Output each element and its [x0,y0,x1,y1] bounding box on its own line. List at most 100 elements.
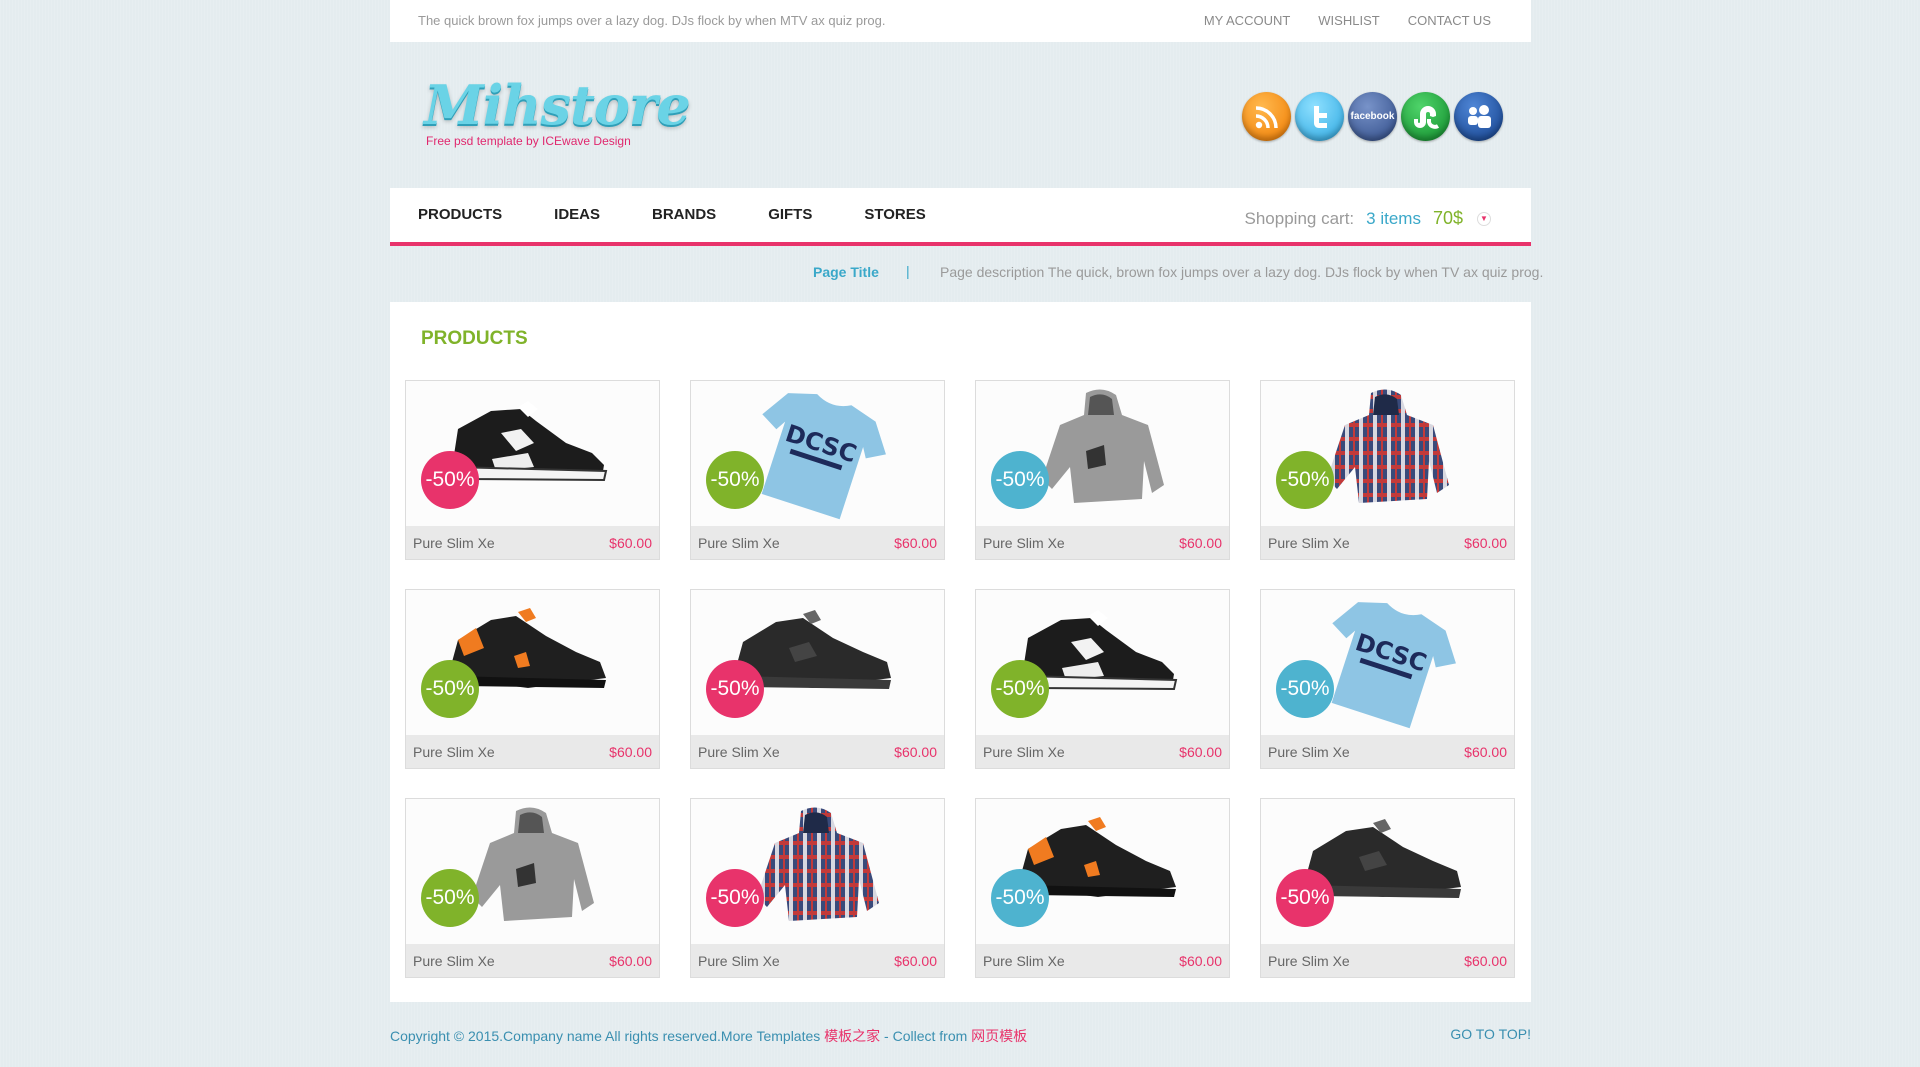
product-price: $60.00 [609,953,652,969]
product-price: $60.00 [1179,953,1222,969]
product-card[interactable]: DCSC -50% Pure Slim Xe $60.00 [1260,589,1515,769]
chevron-down-icon[interactable]: ▼ [1477,211,1491,226]
collect-text: - Collect from [880,1028,972,1044]
nav-item-ideas[interactable]: IDEAS [554,206,600,223]
product-price: $60.00 [1179,535,1222,551]
discount-badge: -50% [991,451,1049,509]
nav-item-brands[interactable]: BRANDS [652,206,716,223]
nav-menu: PRODUCTS IDEAS BRANDS GIFTS STORES [418,206,978,223]
rss-icon[interactable] [1242,92,1291,141]
wishlist-link[interactable]: WISHLIST [1318,13,1379,28]
discount-badge: -50% [991,869,1049,927]
product-name[interactable]: Pure Slim Xe [413,953,495,969]
web-templates-link[interactable]: 网页模板 [971,1028,1027,1044]
stumbleupon-icon[interactable] [1401,92,1450,141]
discount-badge: -50% [991,660,1049,718]
product-footer: Pure Slim Xe $60.00 [406,735,659,768]
product-card[interactable]: -50% Pure Slim Xe $60.00 [690,798,945,978]
facebook-label: facebook [1350,111,1395,122]
social-icons: facebook [1242,92,1503,141]
copyright-text: Copyright © 2015.Company name All rights… [390,1028,825,1044]
product-price: $60.00 [609,744,652,760]
product-footer: Pure Slim Xe $60.00 [976,735,1229,768]
nav-item-products[interactable]: PRODUCTS [418,206,502,223]
footer: Copyright © 2015.Company name All rights… [390,1002,1531,1062]
product-footer: Pure Slim Xe $60.00 [976,526,1229,559]
page-wrapper: The quick brown fox jumps over a lazy do… [390,0,1543,1062]
product-price: $60.00 [894,953,937,969]
product-footer: Pure Slim Xe $60.00 [691,526,944,559]
discount-badge: -50% [421,869,479,927]
product-name[interactable]: Pure Slim Xe [1268,953,1350,969]
nav-item-gifts[interactable]: GIFTS [768,206,812,223]
logo-text: Mihstore [424,73,691,137]
product-footer: Pure Slim Xe $60.00 [1261,526,1514,559]
product-card[interactable]: -50% Pure Slim Xe $60.00 [975,380,1230,560]
product-price: $60.00 [1464,953,1507,969]
product-footer: Pure Slim Xe $60.00 [691,735,944,768]
product-card[interactable]: -50% Pure Slim Xe $60.00 [975,798,1230,978]
product-name[interactable]: Pure Slim Xe [698,953,780,969]
product-card[interactable]: -50% Pure Slim Xe $60.00 [405,798,660,978]
templates-link[interactable]: 模板之家 [824,1028,880,1044]
cart-label: Shopping cart: [1244,208,1355,228]
title-separator: | [906,263,910,279]
product-name[interactable]: Pure Slim Xe [413,744,495,760]
discount-badge: -50% [421,660,479,718]
nav-item-stores[interactable]: STORES [864,206,925,223]
main-nav: PRODUCTS IDEAS BRANDS GIFTS STORES Shopp… [390,188,1531,246]
top-links: MY ACCOUNT WISHLIST CONTACT US [1204,13,1491,28]
copyright: Copyright © 2015.Company name All rights… [390,1026,1027,1046]
product-footer: Pure Slim Xe $60.00 [691,944,944,977]
product-name[interactable]: Pure Slim Xe [698,744,780,760]
page-title: Page Title [813,264,879,280]
discount-badge: -50% [706,660,764,718]
product-name[interactable]: Pure Slim Xe [1268,535,1350,551]
product-card[interactable]: -50% Pure Slim Xe $60.00 [975,589,1230,769]
tagline: The quick brown fox jumps over a lazy do… [418,13,886,28]
product-footer: Pure Slim Xe $60.00 [406,526,659,559]
product-name[interactable]: Pure Slim Xe [983,535,1065,551]
header: Mihstore Free psd template by ICEwave De… [390,42,1531,188]
product-price: $60.00 [894,535,937,551]
product-card[interactable]: -50% Pure Slim Xe $60.00 [405,380,660,560]
logo[interactable]: Mihstore Free psd template by ICEwave De… [424,73,691,148]
contact-us-link[interactable]: CONTACT US [1408,13,1491,28]
product-card[interactable]: -50% Pure Slim Xe $60.00 [1260,380,1515,560]
products-section: PRODUCTS -50% Pure Slim Xe $60.00 DCSC -… [390,302,1531,1002]
discount-badge: -50% [1276,660,1334,718]
product-name[interactable]: Pure Slim Xe [1268,744,1350,760]
product-price: $60.00 [1179,744,1222,760]
facebook-icon[interactable]: facebook [1348,92,1397,141]
product-footer: Pure Slim Xe $60.00 [1261,735,1514,768]
product-card[interactable]: -50% Pure Slim Xe $60.00 [1260,798,1515,978]
page-title-bar: Page Title | Page description The quick,… [390,246,1543,302]
product-name[interactable]: Pure Slim Xe [983,744,1065,760]
product-footer: Pure Slim Xe $60.00 [1261,944,1514,977]
product-price: $60.00 [894,744,937,760]
products-heading: PRODUCTS [421,328,528,349]
myspace-icon[interactable] [1454,92,1503,141]
product-grid: -50% Pure Slim Xe $60.00 DCSC -50% Pure … [405,380,1515,978]
discount-badge: -50% [1276,451,1334,509]
product-card[interactable]: -50% Pure Slim Xe $60.00 [405,589,660,769]
product-price: $60.00 [1464,744,1507,760]
product-card[interactable]: -50% Pure Slim Xe $60.00 [690,589,945,769]
cart-total: 70$ [1432,208,1463,228]
product-name[interactable]: Pure Slim Xe [413,535,495,551]
discount-badge: -50% [706,451,764,509]
product-footer: Pure Slim Xe $60.00 [976,944,1229,977]
product-card[interactable]: DCSC -50% Pure Slim Xe $60.00 [690,380,945,560]
product-price: $60.00 [609,535,652,551]
my-account-link[interactable]: MY ACCOUNT [1204,13,1290,28]
twitter-icon[interactable] [1295,92,1344,141]
product-name[interactable]: Pure Slim Xe [698,535,780,551]
discount-badge: -50% [421,451,479,509]
go-to-top-link[interactable]: GO TO TOP! [1450,1026,1531,1042]
top-bar: The quick brown fox jumps over a lazy do… [390,0,1531,42]
shopping-cart[interactable]: Shopping cart: 3 items 70$ ▼ [1245,208,1491,229]
cart-items: 3 items [1366,208,1421,228]
product-name[interactable]: Pure Slim Xe [983,953,1065,969]
discount-badge: -50% [1276,869,1334,927]
discount-badge: -50% [706,869,764,927]
